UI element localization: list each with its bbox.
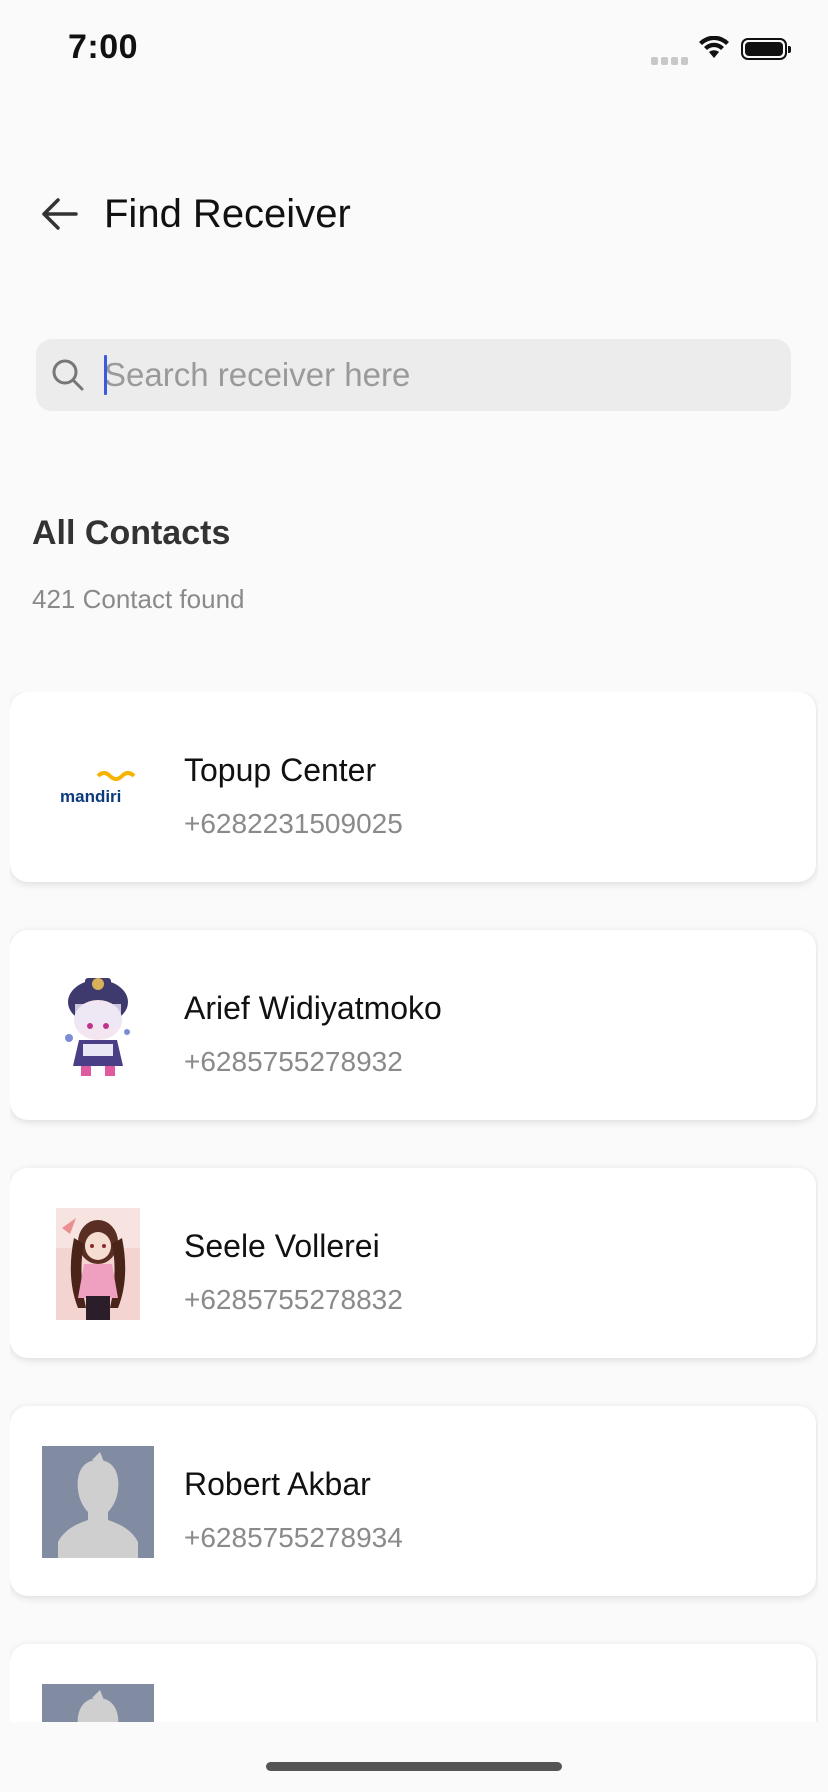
contact-phone: +6285755278832 (184, 1284, 403, 1315)
page-title: Find Receiver (104, 192, 351, 236)
arrow-left-icon[interactable] (36, 190, 84, 238)
anime-girl-avatar (42, 1208, 154, 1320)
status-time: 7:00 (68, 28, 139, 66)
contact-phone: +6285755278934 (184, 1522, 403, 1553)
contact-count: 421 Contact found (32, 584, 245, 614)
contact-card[interactable]: Seele Vollerei +6285755278832 (10, 1168, 816, 1358)
search-bar[interactable] (36, 339, 791, 411)
status-bar: 7:00 (0, 0, 828, 100)
svg-text:mandiri: mandiri (60, 787, 121, 806)
anime-chibi-avatar (42, 970, 154, 1082)
contact-card[interactable]: Robert Akbar +6285755278934 (10, 1406, 816, 1596)
default-person-avatar (42, 1684, 154, 1722)
battery-icon (741, 38, 791, 60)
text-cursor (104, 355, 107, 395)
default-person-avatar (42, 1446, 154, 1558)
contact-card[interactable]: Arief Widiyatmoko +6285755278932 (10, 930, 816, 1120)
section-title: All Contacts (32, 514, 231, 552)
contact-card[interactable]: mandiri Topup Center +6282231509025 (10, 692, 816, 882)
search-icon (52, 359, 84, 391)
cellular-signal-icon (651, 52, 691, 70)
contact-name: Topup Center (184, 752, 377, 788)
contact-card[interactable] (10, 1644, 816, 1722)
wifi-icon (699, 36, 729, 58)
header: Find Receiver (0, 180, 828, 250)
contact-phone: +6282231509025 (184, 808, 403, 839)
contact-name: Seele Vollerei (184, 1228, 380, 1264)
search-input[interactable] (104, 339, 764, 411)
mandiri-logo: mandiri (42, 732, 154, 844)
contact-name: Arief Widiyatmoko (184, 990, 442, 1026)
contact-name: Robert Akbar (184, 1466, 371, 1502)
contact-list[interactable]: mandiri Topup Center +6282231509025 Arie… (10, 692, 818, 1722)
home-indicator[interactable] (266, 1762, 562, 1771)
contact-phone: +6285755278932 (184, 1046, 403, 1077)
